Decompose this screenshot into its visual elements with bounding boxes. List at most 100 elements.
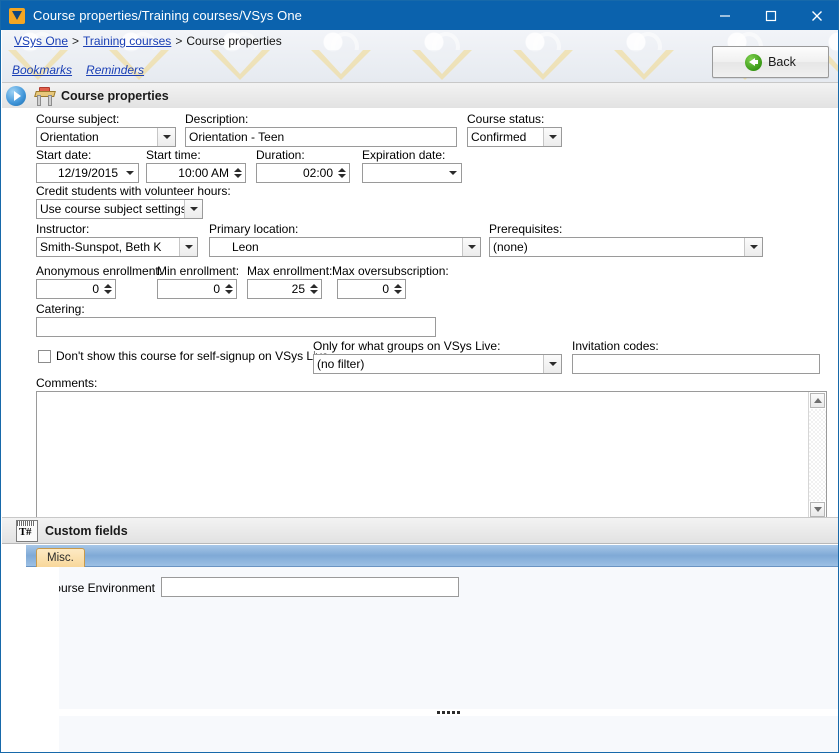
reminders-link[interactable]: Reminders <box>86 63 144 77</box>
course-status-select[interactable]: Confirmed <box>467 127 562 147</box>
quick-links: Bookmarks Reminders <box>12 63 158 77</box>
duration-value: 02:00 <box>302 166 333 180</box>
breadcrumb-item-vsys-one[interactable]: VSys One <box>14 34 68 48</box>
title-bar: Course properties/Training courses/VSys … <box>1 1 838 30</box>
groups-filter-label: Only for what groups on VSys Live: <box>313 339 501 353</box>
primary-location-select[interactable]: Leon <box>209 237 481 257</box>
anonymous-enrollment-label: Anonymous enrollment: <box>36 264 163 278</box>
catering-input[interactable] <box>36 317 436 337</box>
min-enrollment-stepper[interactable]: 0 <box>157 279 237 299</box>
duration-stepper[interactable]: 02:00 <box>256 163 350 183</box>
window-controls <box>702 1 838 30</box>
course-status-value: Confirmed <box>471 130 527 144</box>
max-oversubscription-value: 0 <box>382 282 389 296</box>
instructor-label: Instructor: <box>36 222 90 236</box>
breadcrumb-item-training-courses[interactable]: Training courses <box>83 34 171 48</box>
course-properties-section-header[interactable]: Course properties <box>2 82 838 109</box>
back-button[interactable]: Back <box>712 46 829 78</box>
comments-label: Comments: <box>36 376 98 390</box>
header-strip: VSys One > Training courses > Course propert… <box>2 30 838 82</box>
credit-students-value: Use course subject settings <box>40 202 187 216</box>
course-status-label: Course status: <box>467 112 545 126</box>
invitation-codes-input[interactable] <box>572 354 820 374</box>
expiration-date-input[interactable] <box>362 163 462 183</box>
stepper-arrows[interactable] <box>336 164 347 182</box>
invitation-codes-label: Invitation codes: <box>572 339 659 353</box>
breadcrumb-separator: > <box>72 34 80 48</box>
scroll-up-icon[interactable] <box>810 393 825 408</box>
anonymous-enrollment-stepper[interactable]: 0 <box>36 279 116 299</box>
hide-self-signup-label: Don't show this course for self-signup o… <box>56 349 329 363</box>
chevron-down-icon[interactable] <box>184 200 202 218</box>
chevron-down-icon[interactable] <box>543 355 561 373</box>
application-window: Course properties/Training courses/VSys … <box>0 0 839 753</box>
prerequisites-label: Prerequisites: <box>489 222 563 236</box>
duration-label: Duration: <box>256 148 305 162</box>
breadcrumb-item-course-properties: Course properties <box>186 34 282 48</box>
groups-filter-select[interactable]: (no filter) <box>313 354 562 374</box>
prerequisites-select[interactable]: (none) <box>489 237 763 257</box>
stepper-arrows[interactable] <box>102 280 113 298</box>
start-date-label: Start date: <box>36 148 92 162</box>
expand-collapse-icon[interactable] <box>6 85 26 106</box>
course-subject-select[interactable]: Orientation <box>36 127 176 147</box>
groups-filter-value: (no filter) <box>317 357 365 371</box>
start-date-value: 12/19/2015 <box>57 166 118 180</box>
bottom-pane <box>59 716 838 752</box>
pane-splitter[interactable] <box>59 709 838 716</box>
splitter-grip-icon <box>437 711 461 714</box>
start-date-input[interactable]: 12/19/2015 <box>36 163 139 183</box>
course-subject-label: Course subject: <box>36 112 120 126</box>
chevron-down-icon[interactable] <box>462 238 480 256</box>
custom-fields-icon: T # <box>16 519 38 542</box>
course-environment-input[interactable] <box>161 577 459 597</box>
stepper-arrows[interactable] <box>308 280 319 298</box>
scrollbar-track[interactable] <box>809 409 826 501</box>
chevron-down-icon[interactable] <box>744 238 762 256</box>
start-time-stepper[interactable]: 10:00 AM <box>146 163 246 183</box>
credit-students-select[interactable]: Use course subject settings <box>36 199 203 219</box>
description-input[interactable]: Orientation - Teen <box>185 127 457 147</box>
calendar-chevron-down-icon[interactable] <box>444 164 461 182</box>
instructor-value: Smith-Sunspot, Beth K <box>40 240 162 254</box>
bookmarks-link[interactable]: Bookmarks <box>12 63 72 77</box>
start-time-value: 10:00 AM <box>178 166 229 180</box>
chevron-down-icon[interactable] <box>179 238 197 256</box>
course-properties-form: Course subject: Orientation Description:… <box>2 108 838 519</box>
max-enrollment-value: 25 <box>291 282 305 296</box>
calendar-chevron-down-icon[interactable] <box>121 164 138 182</box>
comments-textarea[interactable] <box>36 391 827 519</box>
primary-location-label: Primary location: <box>209 222 299 236</box>
tab-misc[interactable]: Misc. <box>36 548 85 567</box>
chevron-down-icon[interactable] <box>543 128 561 146</box>
close-icon[interactable] <box>794 1 838 30</box>
chevron-down-icon[interactable] <box>157 128 175 146</box>
stepper-arrows[interactable] <box>232 164 243 182</box>
left-gutter <box>2 567 59 752</box>
instructor-select[interactable]: Smith-Sunspot, Beth K <box>36 237 198 257</box>
anonymous-enrollment-value: 0 <box>92 282 99 296</box>
hide-self-signup-checkbox-row[interactable]: Don't show this course for self-signup o… <box>38 349 328 363</box>
max-enrollment-label: Max enrollment: <box>247 264 333 278</box>
primary-location-value: Leon <box>232 240 259 254</box>
expiration-date-label: Expiration date: <box>362 148 446 162</box>
minimize-icon[interactable] <box>702 1 748 30</box>
prerequisites-value: (none) <box>493 240 528 254</box>
scroll-down-icon[interactable] <box>810 502 825 517</box>
comments-scrollbar[interactable] <box>808 392 826 518</box>
stepper-arrows[interactable] <box>223 280 234 298</box>
window-title: Course properties/Training courses/VSys … <box>33 8 302 23</box>
stepper-arrows[interactable] <box>392 280 403 298</box>
custom-fields-section-header[interactable]: T # Custom fields <box>2 517 838 544</box>
max-oversubscription-label: Max oversubscription: <box>332 264 449 278</box>
breadcrumb: VSys One > Training courses > Course propert… <box>14 34 282 48</box>
max-enrollment-stepper[interactable]: 25 <box>247 279 322 299</box>
hide-self-signup-checkbox[interactable] <box>38 349 51 363</box>
min-enrollment-label: Min enrollment: <box>157 264 240 278</box>
catering-label: Catering: <box>36 302 85 316</box>
maximize-icon[interactable] <box>748 1 794 30</box>
breadcrumb-separator: > <box>175 34 183 48</box>
max-oversubscription-stepper[interactable]: 0 <box>337 279 406 299</box>
section-title: Custom fields <box>45 523 128 538</box>
custom-fields-tabstrip: Misc. <box>26 545 838 567</box>
